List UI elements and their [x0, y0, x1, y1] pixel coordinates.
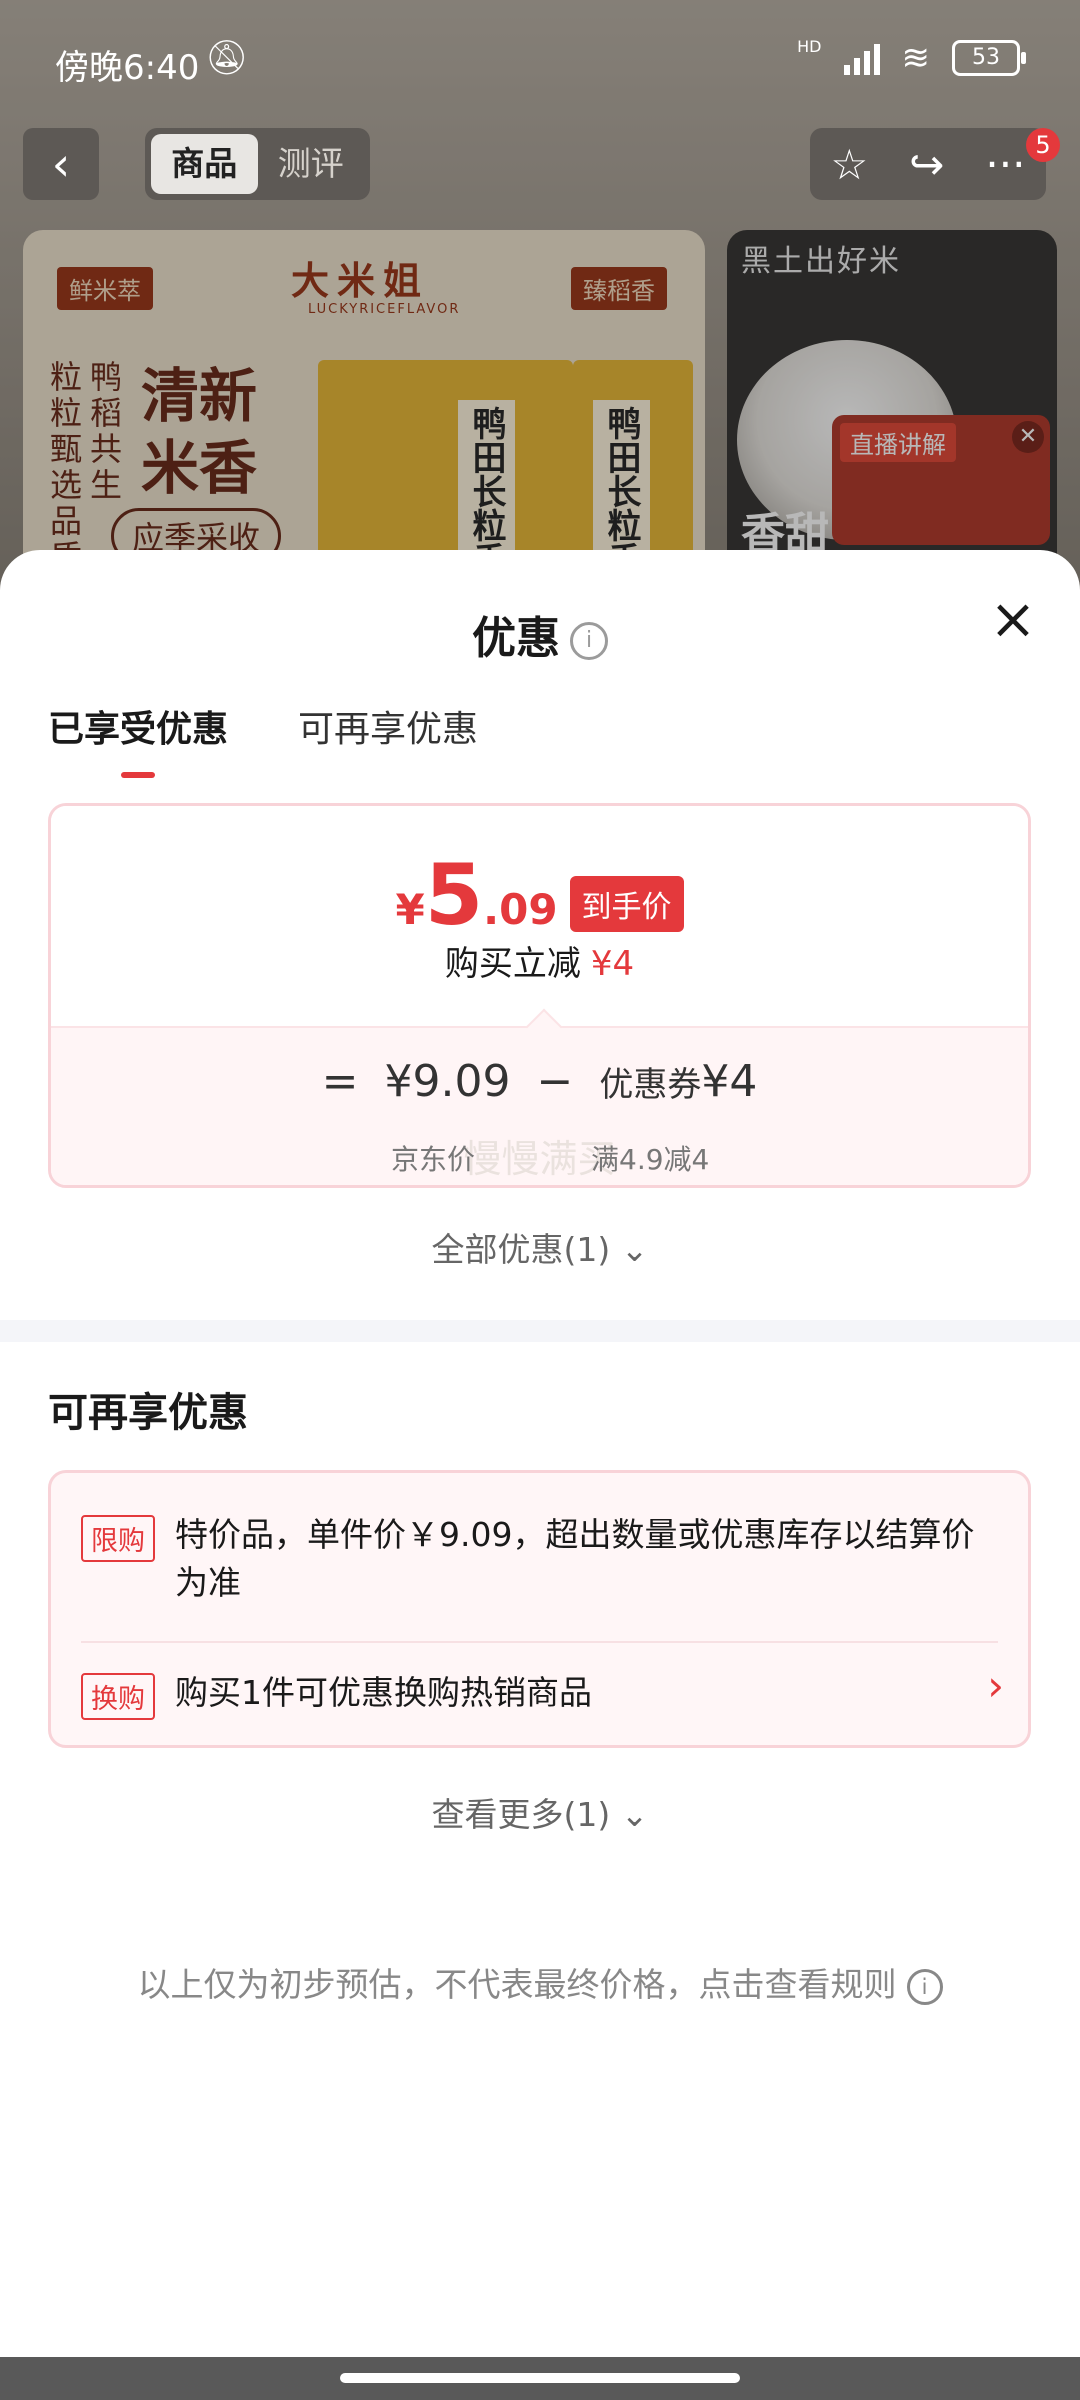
price-decimal: .09 — [483, 885, 558, 934]
signal-icon — [843, 41, 880, 75]
offer-text: 特价品，单件价￥9.09，超出数量或优惠库存以结算价为准 — [175, 1515, 975, 1602]
status-time: 傍晚6:40 — [55, 48, 200, 88]
final-price-tag: 到手价 — [569, 875, 684, 932]
chevron-down-icon: ⌄ — [620, 1230, 649, 1269]
home-indicator[interactable] — [340, 2373, 740, 2383]
product-page-background: 鲜米萃 大米姐 LUCKYRICEFLAVOR 臻稻香 鸭稻共生 粒粒甄选品质 … — [0, 0, 1080, 600]
info-icon[interactable]: i — [570, 622, 608, 660]
saving-amount: ¥4 — [590, 944, 635, 984]
final-price-section: ¥5.09 到手价 购买立减 ¥4 — [51, 806, 1028, 1026]
info-icon[interactable]: i — [906, 1968, 943, 2005]
section-divider — [0, 1320, 1080, 1342]
coupon-label: 优惠券 — [599, 1065, 702, 1105]
all-discounts-label: 全部优惠(1) — [431, 1230, 611, 1269]
share-icon[interactable]: ↪ — [909, 140, 944, 189]
offer-text: 购买1件可优惠换购热销商品 — [175, 1673, 592, 1712]
tab-review[interactable]: 测评 — [258, 134, 365, 194]
navigation-bar — [0, 2357, 1080, 2400]
equals-sign: = — [321, 1056, 359, 1107]
chevron-down-icon: ⌄ — [620, 1795, 649, 1834]
more-offers-card: 限购 特价品，单件价￥9.09，超出数量或优惠库存以结算价为准 换购 购买1件可… — [48, 1470, 1031, 1748]
network-type: HD — [797, 36, 822, 56]
price-integer: 5 — [424, 846, 484, 944]
saving-label: 购买立减 — [444, 944, 581, 984]
price-disclaimer[interactable]: 以上仅为初步预估，不代表最终价格，点击查看规则 i — [0, 1958, 1080, 2006]
close-icon: × — [989, 587, 1037, 652]
offer-tag: 换购 — [81, 1673, 155, 1720]
price-formula: = ¥9.09 − 优惠券¥4 — [51, 1056, 1028, 1107]
all-discounts-toggle[interactable]: 全部优惠(1) ⌄ — [0, 1223, 1080, 1271]
more-icon[interactable]: ··· — [985, 140, 1025, 189]
sheet-title: 优惠 — [472, 613, 560, 664]
base-price-label: 京东价 — [391, 1143, 476, 1176]
discount-tabs: 已享受优惠 可再享优惠 — [48, 700, 478, 778]
saving-line: 购买立减 ¥4 — [51, 936, 1028, 985]
star-icon[interactable]: ☆ — [831, 140, 869, 189]
notification-badge: 5 — [1026, 128, 1060, 162]
currency-symbol: ¥ — [395, 885, 425, 934]
mute-icon: 🔕︎ — [205, 38, 249, 78]
wifi-icon: ≋ — [901, 38, 931, 78]
coupon-amount: ¥4 — [701, 1056, 758, 1107]
more-discounts-title: 可再享优惠 — [48, 1390, 248, 1436]
price-formula-section: 慢慢满买 = ¥9.09 − 优惠券¥4 京东价 满4.9减4 — [51, 1026, 1028, 1185]
offer-divider — [81, 1641, 998, 1643]
offer-row-exchange[interactable]: 换购 购买1件可优惠换购热销商品 — [81, 1669, 998, 1720]
base-price: ¥9.09 — [384, 1056, 511, 1107]
tab-enjoyed-discounts[interactable]: 已享受优惠 — [48, 700, 228, 778]
chevron-left-icon: ‹ — [51, 137, 71, 191]
coupon-rule: 满4.9减4 — [591, 1143, 710, 1176]
disclaimer-text: 以上仅为初步预估，不代表最终价格，点击查看规则 — [137, 1965, 897, 2004]
battery-icon: 53 — [952, 40, 1026, 76]
battery-level: 53 — [972, 45, 1000, 70]
watermark: 慢慢满买 — [463, 1137, 616, 1181]
product-nav-actions: ☆ ↪ ··· — [810, 128, 1046, 200]
see-more-label: 查看更多(1) — [431, 1795, 611, 1834]
close-button[interactable]: × — [985, 592, 1041, 648]
minus-sign: − — [536, 1056, 574, 1107]
price-breakdown-card: ¥5.09 到手价 购买立减 ¥4 慢慢满买 = ¥9.09 − 优惠券¥4 京东价… — [48, 803, 1031, 1188]
final-price: ¥5.09 到手价 — [51, 846, 1028, 948]
see-more-toggle[interactable]: 查看更多(1) ⌄ — [0, 1788, 1080, 1836]
sheet-title-row: 优惠 i — [0, 602, 1080, 666]
chevron-right-icon[interactable]: › — [987, 1661, 1004, 1710]
offer-row-limit: 限购 特价品，单件价￥9.09，超出数量或优惠库存以结算价为准 — [81, 1511, 998, 1607]
discount-sheet: 优惠 i × 已享受优惠 可再享优惠 ¥5.09 到手价 购买立减 ¥4 慢慢满买 =… — [0, 550, 1080, 2360]
status-bar: 傍晚6:40 🔕︎ HD ≋ 53 — [0, 0, 1080, 125]
back-button[interactable]: ‹ — [23, 128, 99, 200]
offer-tag: 限购 — [81, 1515, 155, 1562]
product-nav-tabs: 商品 测评 — [145, 128, 370, 200]
tab-product[interactable]: 商品 — [151, 134, 258, 194]
tab-more-discounts[interactable]: 可再享优惠 — [298, 700, 478, 752]
